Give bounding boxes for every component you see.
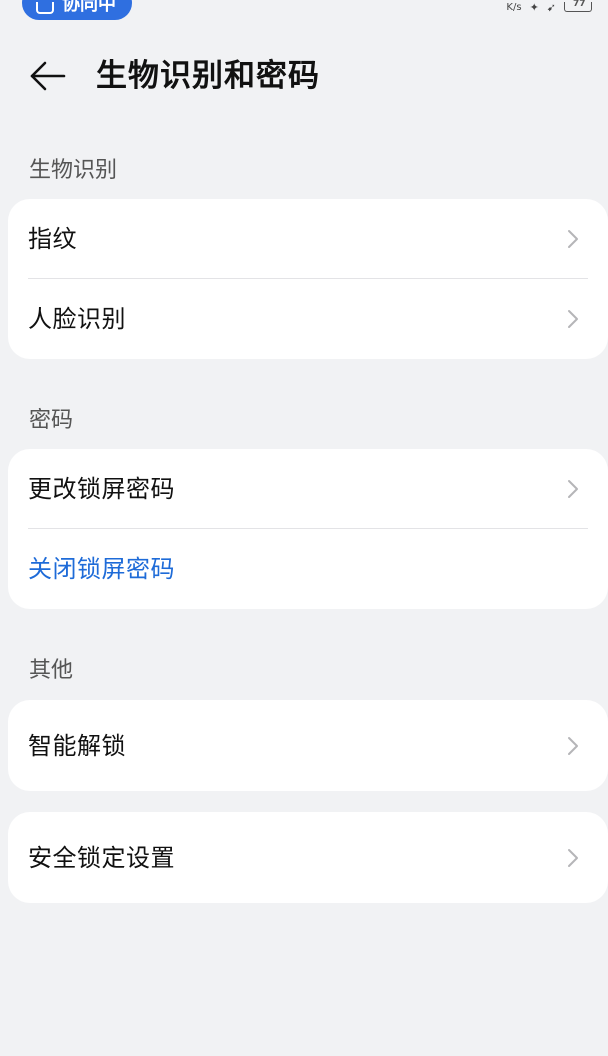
chevron-right-icon xyxy=(568,310,578,328)
list-item-fingerprint[interactable]: 指纹 xyxy=(8,199,608,279)
list-item-security-lock-settings[interactable]: 安全锁定设置 xyxy=(8,812,608,903)
chevron-right-icon xyxy=(568,230,578,248)
net-speed: K/s xyxy=(506,1,522,13)
chevron-right-icon xyxy=(568,736,578,755)
status-bar: 协同中 K/s ✦ ➹ 77 xyxy=(0,0,608,22)
page-title: 生物识别和密码 xyxy=(96,58,320,94)
list-item-face-recognition[interactable]: 人脸识别 xyxy=(8,279,608,359)
battery-level: 77 xyxy=(573,0,586,9)
back-button[interactable] xyxy=(28,56,68,96)
list-item-disable-lock-password[interactable]: 关闭锁屏密码 xyxy=(8,529,608,609)
card-other: 智能解锁 xyxy=(8,700,608,791)
charging-icon: ➹ xyxy=(546,0,556,14)
list-item-change-lock-password[interactable]: 更改锁屏密码 xyxy=(8,449,608,529)
list-item-label: 智能解锁 xyxy=(28,731,126,760)
section-label-biometrics: 生物识别 xyxy=(29,158,118,183)
collab-icon xyxy=(36,2,54,14)
section-label-other: 其他 xyxy=(29,658,74,683)
list-item-label: 安全锁定设置 xyxy=(28,843,175,872)
section-label-password: 密码 xyxy=(29,408,74,433)
status-indicators: K/s ✦ ➹ 77 xyxy=(506,0,592,14)
card-security-lock: 安全锁定设置 xyxy=(8,812,608,903)
card-password: 更改锁屏密码 关闭锁屏密码 xyxy=(8,449,608,609)
list-item-label: 关闭锁屏密码 xyxy=(28,555,175,583)
signal-icon: ✦ xyxy=(529,0,539,14)
back-arrow-icon xyxy=(30,61,66,91)
list-item-label: 更改锁屏密码 xyxy=(28,475,175,503)
chevron-right-icon xyxy=(568,848,578,867)
card-biometrics: 指纹 人脸识别 xyxy=(8,199,608,359)
battery-icon: 77 xyxy=(564,0,592,12)
header: 生物识别和密码 xyxy=(0,52,608,98)
collab-label: 协同中 xyxy=(62,0,116,15)
list-item-label: 指纹 xyxy=(28,225,77,253)
list-item-label: 人脸识别 xyxy=(28,305,126,333)
collab-status-pill[interactable]: 协同中 xyxy=(22,0,132,20)
list-item-smart-unlock[interactable]: 智能解锁 xyxy=(8,700,608,791)
chevron-right-icon xyxy=(568,480,578,498)
